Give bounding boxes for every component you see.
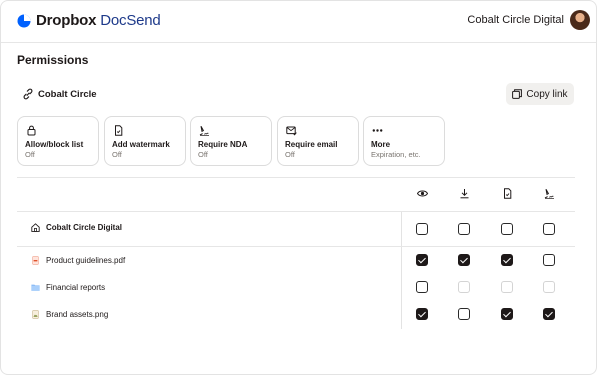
- group-header: Cobalt Circle: [23, 88, 97, 100]
- option-allow-block-list[interactable]: Allow/block list Off: [17, 116, 99, 166]
- home-icon: [31, 223, 40, 232]
- permission-checkbox[interactable]: [416, 254, 428, 266]
- permission-checkbox[interactable]: [543, 223, 555, 235]
- link-icon: [23, 88, 33, 100]
- avatar[interactable]: [570, 10, 590, 30]
- permission-checkbox[interactable]: [416, 308, 428, 320]
- table-row-label[interactable]: Product guidelines.pdf: [31, 256, 125, 265]
- option-title: Add watermark: [112, 140, 170, 149]
- signature-icon: [199, 125, 209, 136]
- permission-checkbox[interactable]: [501, 308, 513, 320]
- permission-checkbox[interactable]: [543, 254, 555, 266]
- document-icon: [115, 125, 123, 136]
- copy-icon: [512, 89, 523, 99]
- permission-checkbox[interactable]: [458, 223, 470, 235]
- option-status: Off: [285, 150, 295, 159]
- row-name: Financial reports: [46, 283, 106, 292]
- permission-checkbox[interactable]: [501, 223, 513, 235]
- column-divider: [401, 212, 402, 329]
- option-title: Require NDA: [198, 140, 248, 149]
- email-icon: [286, 126, 297, 136]
- copy-link-button[interactable]: Copy link: [506, 83, 574, 105]
- permission-checkbox[interactable]: [501, 254, 513, 266]
- permission-checkbox-disabled: [458, 281, 470, 293]
- permission-checkbox[interactable]: [416, 223, 428, 235]
- option-require-nda[interactable]: Require NDA Off: [190, 116, 272, 166]
- more-icon: [372, 129, 383, 132]
- brand-name: Dropbox: [36, 12, 97, 29]
- option-title: Require email: [285, 140, 338, 149]
- permission-checkbox[interactable]: [458, 308, 470, 320]
- image-file-icon: [32, 310, 39, 319]
- permission-checkbox-disabled: [501, 281, 513, 293]
- logo-icon: [17, 14, 31, 27]
- view-icon: [417, 190, 428, 197]
- option-status: Off: [25, 150, 35, 159]
- table-row-label: Cobalt Circle Digital: [31, 223, 122, 232]
- option-add-watermark[interactable]: Add watermark Off: [104, 116, 186, 166]
- table-row-label[interactable]: Brand assets.png: [31, 310, 108, 319]
- org-name[interactable]: Cobalt Circle Digital: [467, 14, 564, 26]
- divider: [17, 211, 575, 212]
- row-name: Brand assets.png: [46, 310, 109, 319]
- option-require-email[interactable]: Require email Off: [277, 116, 359, 166]
- row-name: Product guidelines.pdf: [46, 256, 126, 265]
- folder-icon: [31, 284, 40, 291]
- group-name: Cobalt Circle: [38, 88, 97, 100]
- permission-checkbox-disabled: [543, 281, 555, 293]
- logo: Dropbox DocSend: [17, 12, 161, 29]
- pdf-file-icon: [32, 256, 39, 265]
- copy-link-label: Copy link: [526, 88, 568, 100]
- option-more[interactable]: More Expiration, etc.: [363, 116, 445, 166]
- download-icon: [460, 189, 469, 199]
- divider: [17, 246, 575, 247]
- permission-checkbox[interactable]: [458, 254, 470, 266]
- top-bar: Dropbox DocSend Cobalt Circle Digital: [1, 1, 596, 43]
- app-window: Dropbox DocSend Cobalt Circle Digital Pe…: [0, 0, 597, 375]
- table-row-label[interactable]: Financial reports: [31, 283, 105, 292]
- lock-icon: [27, 125, 36, 136]
- divider: [17, 177, 575, 178]
- option-title: Allow/block list: [25, 140, 84, 149]
- document-icon: [504, 188, 512, 199]
- product-name: DocSend: [100, 12, 161, 29]
- permission-checkbox[interactable]: [543, 308, 555, 320]
- page-title: Permissions: [17, 53, 89, 67]
- signature-icon: [544, 188, 554, 199]
- row-name: Cobalt Circle Digital: [46, 223, 123, 232]
- option-status: Off: [112, 150, 122, 159]
- option-status: Expiration, etc.: [371, 150, 421, 159]
- option-title: More: [371, 140, 391, 149]
- permission-checkbox[interactable]: [416, 281, 428, 293]
- option-status: Off: [198, 150, 208, 159]
